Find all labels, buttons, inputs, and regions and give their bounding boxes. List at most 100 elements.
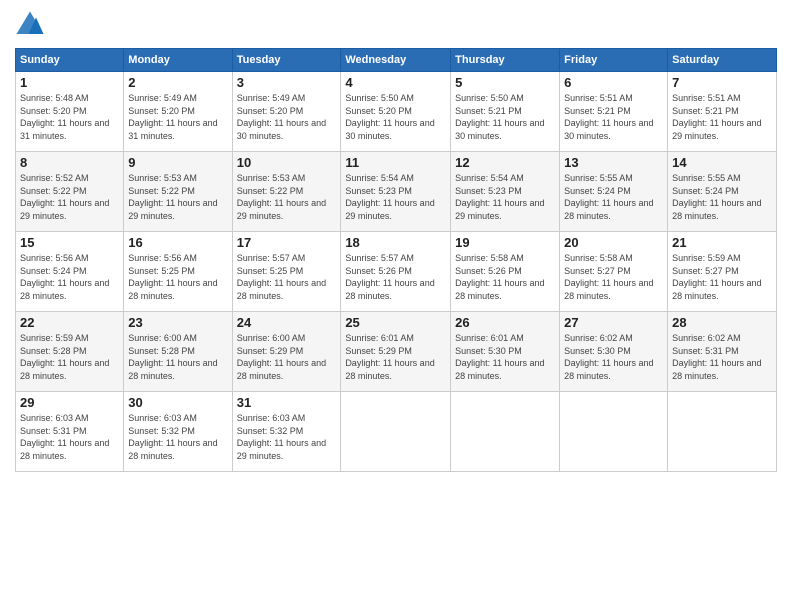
day-number: 24 [237,315,337,330]
calendar-cell: 23 Sunrise: 6:00 AM Sunset: 5:28 PM Dayl… [124,312,232,392]
day-info: Sunrise: 5:54 AM Sunset: 5:23 PM Dayligh… [455,172,555,222]
calendar-cell [560,392,668,472]
calendar-cell: 10 Sunrise: 5:53 AM Sunset: 5:22 PM Dayl… [232,152,341,232]
day-number: 9 [128,155,227,170]
calendar-cell: 29 Sunrise: 6:03 AM Sunset: 5:31 PM Dayl… [16,392,124,472]
day-info: Sunrise: 6:03 AM Sunset: 5:32 PM Dayligh… [128,412,227,462]
day-number: 2 [128,75,227,90]
calendar-cell: 14 Sunrise: 5:55 AM Sunset: 5:24 PM Dayl… [668,152,777,232]
calendar-cell: 20 Sunrise: 5:58 AM Sunset: 5:27 PM Dayl… [560,232,668,312]
day-info: Sunrise: 5:56 AM Sunset: 5:24 PM Dayligh… [20,252,119,302]
logo-icon [15,10,45,40]
day-number: 5 [455,75,555,90]
day-info: Sunrise: 5:59 AM Sunset: 5:28 PM Dayligh… [20,332,119,382]
header [15,10,777,40]
calendar-cell: 4 Sunrise: 5:50 AM Sunset: 5:20 PM Dayli… [341,72,451,152]
calendar-cell: 7 Sunrise: 5:51 AM Sunset: 5:21 PM Dayli… [668,72,777,152]
day-number: 23 [128,315,227,330]
day-info: Sunrise: 6:02 AM Sunset: 5:30 PM Dayligh… [564,332,663,382]
calendar-header-wednesday: Wednesday [341,49,451,72]
day-info: Sunrise: 5:53 AM Sunset: 5:22 PM Dayligh… [237,172,337,222]
calendar-header-tuesday: Tuesday [232,49,341,72]
day-info: Sunrise: 5:50 AM Sunset: 5:21 PM Dayligh… [455,92,555,142]
day-info: Sunrise: 5:51 AM Sunset: 5:21 PM Dayligh… [564,92,663,142]
calendar-cell: 1 Sunrise: 5:48 AM Sunset: 5:20 PM Dayli… [16,72,124,152]
day-info: Sunrise: 6:00 AM Sunset: 5:28 PM Dayligh… [128,332,227,382]
day-info: Sunrise: 5:55 AM Sunset: 5:24 PM Dayligh… [564,172,663,222]
day-number: 30 [128,395,227,410]
calendar-header-monday: Monday [124,49,232,72]
calendar-cell: 19 Sunrise: 5:58 AM Sunset: 5:26 PM Dayl… [451,232,560,312]
day-number: 10 [237,155,337,170]
day-info: Sunrise: 5:58 AM Sunset: 5:26 PM Dayligh… [455,252,555,302]
calendar-cell: 17 Sunrise: 5:57 AM Sunset: 5:25 PM Dayl… [232,232,341,312]
day-number: 17 [237,235,337,250]
day-number: 14 [672,155,772,170]
day-info: Sunrise: 5:49 AM Sunset: 5:20 PM Dayligh… [237,92,337,142]
calendar-cell: 15 Sunrise: 5:56 AM Sunset: 5:24 PM Dayl… [16,232,124,312]
day-info: Sunrise: 5:53 AM Sunset: 5:22 PM Dayligh… [128,172,227,222]
day-info: Sunrise: 6:00 AM Sunset: 5:29 PM Dayligh… [237,332,337,382]
day-info: Sunrise: 5:56 AM Sunset: 5:25 PM Dayligh… [128,252,227,302]
calendar-cell: 22 Sunrise: 5:59 AM Sunset: 5:28 PM Dayl… [16,312,124,392]
day-number: 11 [345,155,446,170]
calendar-cell: 25 Sunrise: 6:01 AM Sunset: 5:29 PM Dayl… [341,312,451,392]
calendar-header-saturday: Saturday [668,49,777,72]
calendar-cell: 18 Sunrise: 5:57 AM Sunset: 5:26 PM Dayl… [341,232,451,312]
day-number: 12 [455,155,555,170]
day-number: 27 [564,315,663,330]
calendar-week-1: 1 Sunrise: 5:48 AM Sunset: 5:20 PM Dayli… [16,72,777,152]
day-info: Sunrise: 5:48 AM Sunset: 5:20 PM Dayligh… [20,92,119,142]
day-number: 20 [564,235,663,250]
calendar-cell: 31 Sunrise: 6:03 AM Sunset: 5:32 PM Dayl… [232,392,341,472]
calendar-header-friday: Friday [560,49,668,72]
calendar-header-row: SundayMondayTuesdayWednesdayThursdayFrid… [16,49,777,72]
calendar-cell: 13 Sunrise: 5:55 AM Sunset: 5:24 PM Dayl… [560,152,668,232]
day-info: Sunrise: 5:55 AM Sunset: 5:24 PM Dayligh… [672,172,772,222]
day-number: 28 [672,315,772,330]
calendar-cell: 11 Sunrise: 5:54 AM Sunset: 5:23 PM Dayl… [341,152,451,232]
calendar-cell [451,392,560,472]
day-info: Sunrise: 6:02 AM Sunset: 5:31 PM Dayligh… [672,332,772,382]
calendar-cell: 27 Sunrise: 6:02 AM Sunset: 5:30 PM Dayl… [560,312,668,392]
day-info: Sunrise: 6:01 AM Sunset: 5:29 PM Dayligh… [345,332,446,382]
calendar-cell: 30 Sunrise: 6:03 AM Sunset: 5:32 PM Dayl… [124,392,232,472]
day-number: 21 [672,235,772,250]
day-info: Sunrise: 5:57 AM Sunset: 5:25 PM Dayligh… [237,252,337,302]
calendar-cell: 24 Sunrise: 6:00 AM Sunset: 5:29 PM Dayl… [232,312,341,392]
calendar-week-4: 22 Sunrise: 5:59 AM Sunset: 5:28 PM Dayl… [16,312,777,392]
day-info: Sunrise: 6:03 AM Sunset: 5:31 PM Dayligh… [20,412,119,462]
day-info: Sunrise: 5:50 AM Sunset: 5:20 PM Dayligh… [345,92,446,142]
calendar-cell: 5 Sunrise: 5:50 AM Sunset: 5:21 PM Dayli… [451,72,560,152]
day-number: 25 [345,315,446,330]
day-info: Sunrise: 5:54 AM Sunset: 5:23 PM Dayligh… [345,172,446,222]
calendar-cell: 3 Sunrise: 5:49 AM Sunset: 5:20 PM Dayli… [232,72,341,152]
day-info: Sunrise: 6:01 AM Sunset: 5:30 PM Dayligh… [455,332,555,382]
day-info: Sunrise: 5:49 AM Sunset: 5:20 PM Dayligh… [128,92,227,142]
calendar-week-2: 8 Sunrise: 5:52 AM Sunset: 5:22 PM Dayli… [16,152,777,232]
calendar-cell: 6 Sunrise: 5:51 AM Sunset: 5:21 PM Dayli… [560,72,668,152]
calendar-cell: 9 Sunrise: 5:53 AM Sunset: 5:22 PM Dayli… [124,152,232,232]
day-number: 18 [345,235,446,250]
calendar-cell: 21 Sunrise: 5:59 AM Sunset: 5:27 PM Dayl… [668,232,777,312]
logo [15,10,49,40]
calendar-cell [341,392,451,472]
day-info: Sunrise: 5:51 AM Sunset: 5:21 PM Dayligh… [672,92,772,142]
day-number: 6 [564,75,663,90]
calendar-header-sunday: Sunday [16,49,124,72]
calendar-cell: 12 Sunrise: 5:54 AM Sunset: 5:23 PM Dayl… [451,152,560,232]
day-number: 4 [345,75,446,90]
day-number: 8 [20,155,119,170]
day-number: 26 [455,315,555,330]
calendar-cell: 26 Sunrise: 6:01 AM Sunset: 5:30 PM Dayl… [451,312,560,392]
day-number: 16 [128,235,227,250]
calendar-cell: 8 Sunrise: 5:52 AM Sunset: 5:22 PM Dayli… [16,152,124,232]
calendar-cell: 16 Sunrise: 5:56 AM Sunset: 5:25 PM Dayl… [124,232,232,312]
day-info: Sunrise: 5:58 AM Sunset: 5:27 PM Dayligh… [564,252,663,302]
calendar-week-3: 15 Sunrise: 5:56 AM Sunset: 5:24 PM Dayl… [16,232,777,312]
day-number: 22 [20,315,119,330]
day-info: Sunrise: 5:59 AM Sunset: 5:27 PM Dayligh… [672,252,772,302]
calendar-cell: 28 Sunrise: 6:02 AM Sunset: 5:31 PM Dayl… [668,312,777,392]
day-number: 29 [20,395,119,410]
day-number: 3 [237,75,337,90]
